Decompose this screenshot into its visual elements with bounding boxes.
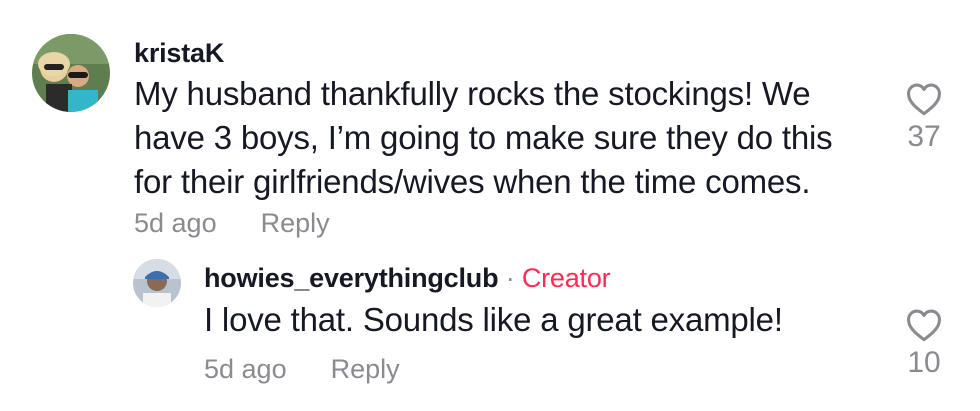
avatar[interactable] xyxy=(32,34,110,112)
like-count: 37 xyxy=(907,120,941,153)
comment-timestamp: 5d ago xyxy=(134,208,217,238)
comment-text-line: for their girlfriends/wives when the tim… xyxy=(134,163,811,200)
comment-text-line: I love that. Sounds like a great example… xyxy=(204,301,783,338)
comment-meta: 5d ago Reply xyxy=(204,354,400,385)
avatar-image xyxy=(32,34,110,112)
comment-username[interactable]: kristaK xyxy=(134,38,224,69)
comment-username[interactable]: howies_everythingclub xyxy=(204,263,499,293)
comment-text: My husband thankfully rocks the stocking… xyxy=(134,72,833,204)
avatar-image xyxy=(133,259,181,307)
comment-text-line: have 3 boys, I’m going to make sure they… xyxy=(134,119,833,156)
comment-timestamp: 5d ago xyxy=(204,354,287,384)
reply-button[interactable]: Reply xyxy=(331,354,400,384)
heart-outline-icon[interactable] xyxy=(905,82,943,116)
comment-text-line: My husband thankfully rocks the stocking… xyxy=(134,75,811,112)
like-button[interactable]: 10 xyxy=(894,308,954,380)
creator-badge: Creator xyxy=(521,263,611,293)
reply-button[interactable]: Reply xyxy=(261,208,330,238)
like-button[interactable]: 37 xyxy=(894,82,954,154)
separator-dot: · xyxy=(505,263,515,293)
avatar[interactable] xyxy=(133,259,181,307)
comment-meta: 5d ago Reply xyxy=(134,208,330,239)
heart-outline-icon[interactable] xyxy=(905,308,943,342)
like-count: 10 xyxy=(907,346,941,379)
comment-username-line: howies_everythingclub · Creator xyxy=(204,263,611,294)
comment-text: I love that. Sounds like a great example… xyxy=(204,298,783,342)
